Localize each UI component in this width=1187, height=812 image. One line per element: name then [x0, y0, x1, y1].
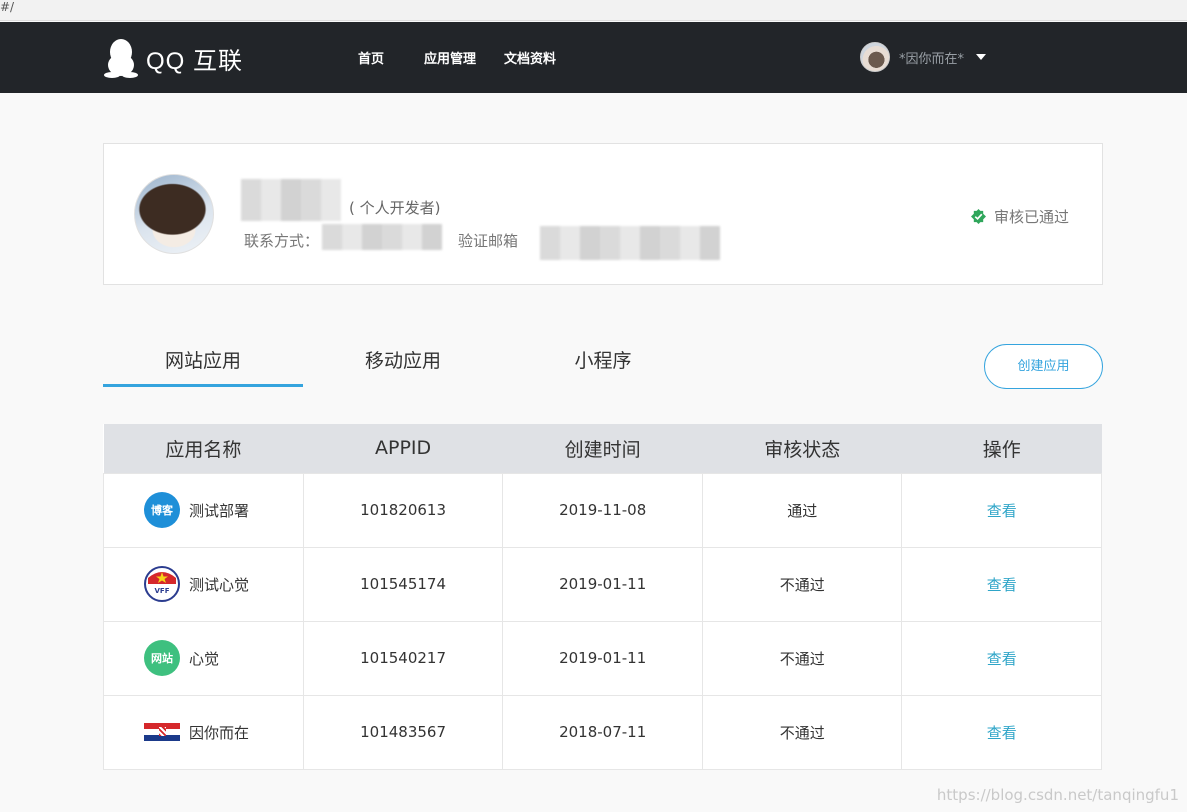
view-link[interactable]: 查看 — [987, 724, 1017, 742]
column-header-app-name: 应用名称 — [103, 424, 304, 473]
nav-link-app-management[interactable]: 应用管理 — [424, 48, 476, 67]
developer-avatar — [134, 174, 214, 254]
table-row: 博客 测试部署 101820613 2019-11-08 通过 查看 — [103, 472, 1102, 548]
table-row: VFF 测试心觉 101545174 2019-01-11 不通过 查看 — [103, 546, 1102, 622]
app-id: 101540217 — [302, 620, 504, 696]
contact-label: 联系方式： — [244, 232, 320, 250]
table-header-row: 应用名称 APPID 创建时间 审核状态 操作 — [103, 424, 1102, 473]
developer-type: ( 个人开发者) — [349, 199, 441, 217]
developer-profile-card: ( 个人开发者) 联系方式： 验证邮箱 审核已通过 — [103, 143, 1103, 285]
email-label: 验证邮箱 — [458, 232, 519, 250]
review-status: 不通过 — [701, 694, 903, 770]
app-name: 因你而在 — [189, 723, 250, 742]
verified-check-icon — [970, 209, 986, 224]
review-status: 不通过 — [701, 546, 903, 622]
view-link[interactable]: 查看 — [987, 502, 1017, 520]
app-name: 测试心觉 — [189, 575, 250, 594]
review-status: 不通过 — [701, 620, 903, 696]
watermark: https://blog.csdn.net/tanqingfu1 — [936, 786, 1179, 804]
view-link[interactable]: 查看 — [987, 650, 1017, 668]
penguin-icon — [104, 39, 138, 78]
view-link[interactable]: 查看 — [987, 576, 1017, 594]
svg-text:VFF: VFF — [155, 587, 170, 595]
redacted-contact — [322, 224, 442, 250]
created-date: 2018-07-11 — [502, 694, 703, 770]
verification-status: 审核已通过 — [970, 206, 1069, 227]
blog-icon: 博客 — [144, 492, 180, 528]
logo-text: QQ 互联 — [146, 47, 244, 75]
croatia-flag-icon — [144, 723, 180, 741]
tab-website-apps[interactable]: 网站应用 — [103, 335, 303, 387]
column-header-appid: APPID — [303, 424, 503, 473]
top-navigation-bar: QQ 互联 首页 应用管理 文档资料 *因你而在* — [0, 22, 1187, 93]
caret-down-icon — [976, 54, 987, 60]
create-app-button[interactable]: 创建应用 — [984, 344, 1103, 389]
football-badge-icon: VFF — [144, 566, 180, 602]
qq-connect-logo[interactable]: QQ 互联 — [104, 38, 243, 78]
username: *因你而在* — [899, 51, 965, 67]
user-menu[interactable]: *因你而在* — [860, 42, 987, 72]
green-badge-icon: 网站 — [144, 640, 180, 676]
nav-link-home[interactable]: 首页 — [358, 48, 384, 67]
tab-mobile-apps[interactable]: 移动应用 — [303, 335, 503, 387]
created-date: 2019-11-08 — [502, 472, 703, 548]
column-header-created: 创建时间 — [502, 424, 703, 473]
app-name: 心觉 — [189, 649, 220, 668]
app-id: 101483567 — [302, 694, 504, 770]
app-name: 测试部署 — [189, 501, 250, 520]
app-id: 101820613 — [302, 472, 504, 548]
browser-url-strip: #/ — [0, 0, 1187, 21]
table-row: 网站 心觉 101540217 2019-01-11 不通过 查看 — [103, 620, 1102, 696]
nav-link-docs[interactable]: 文档资料 — [504, 48, 556, 67]
app-table: 应用名称 APPID 创建时间 审核状态 操作 博客 测试部署 10182061… — [103, 424, 1102, 770]
redacted-developer-name — [241, 179, 341, 221]
created-date: 2019-01-11 — [502, 546, 703, 622]
url-fragment: #/ — [0, 0, 15, 14]
redacted-email — [540, 226, 720, 260]
column-header-status: 审核状态 — [702, 424, 902, 473]
created-date: 2019-01-11 — [502, 620, 703, 696]
app-id: 101545174 — [302, 546, 504, 622]
table-row: 因你而在 101483567 2018-07-11 不通过 查看 — [103, 694, 1102, 770]
review-status: 通过 — [701, 472, 903, 548]
verified-text: 审核已通过 — [993, 208, 1069, 226]
tab-mini-programs[interactable]: 小程序 — [503, 335, 703, 387]
user-avatar — [860, 42, 890, 72]
column-header-action: 操作 — [901, 424, 1102, 473]
